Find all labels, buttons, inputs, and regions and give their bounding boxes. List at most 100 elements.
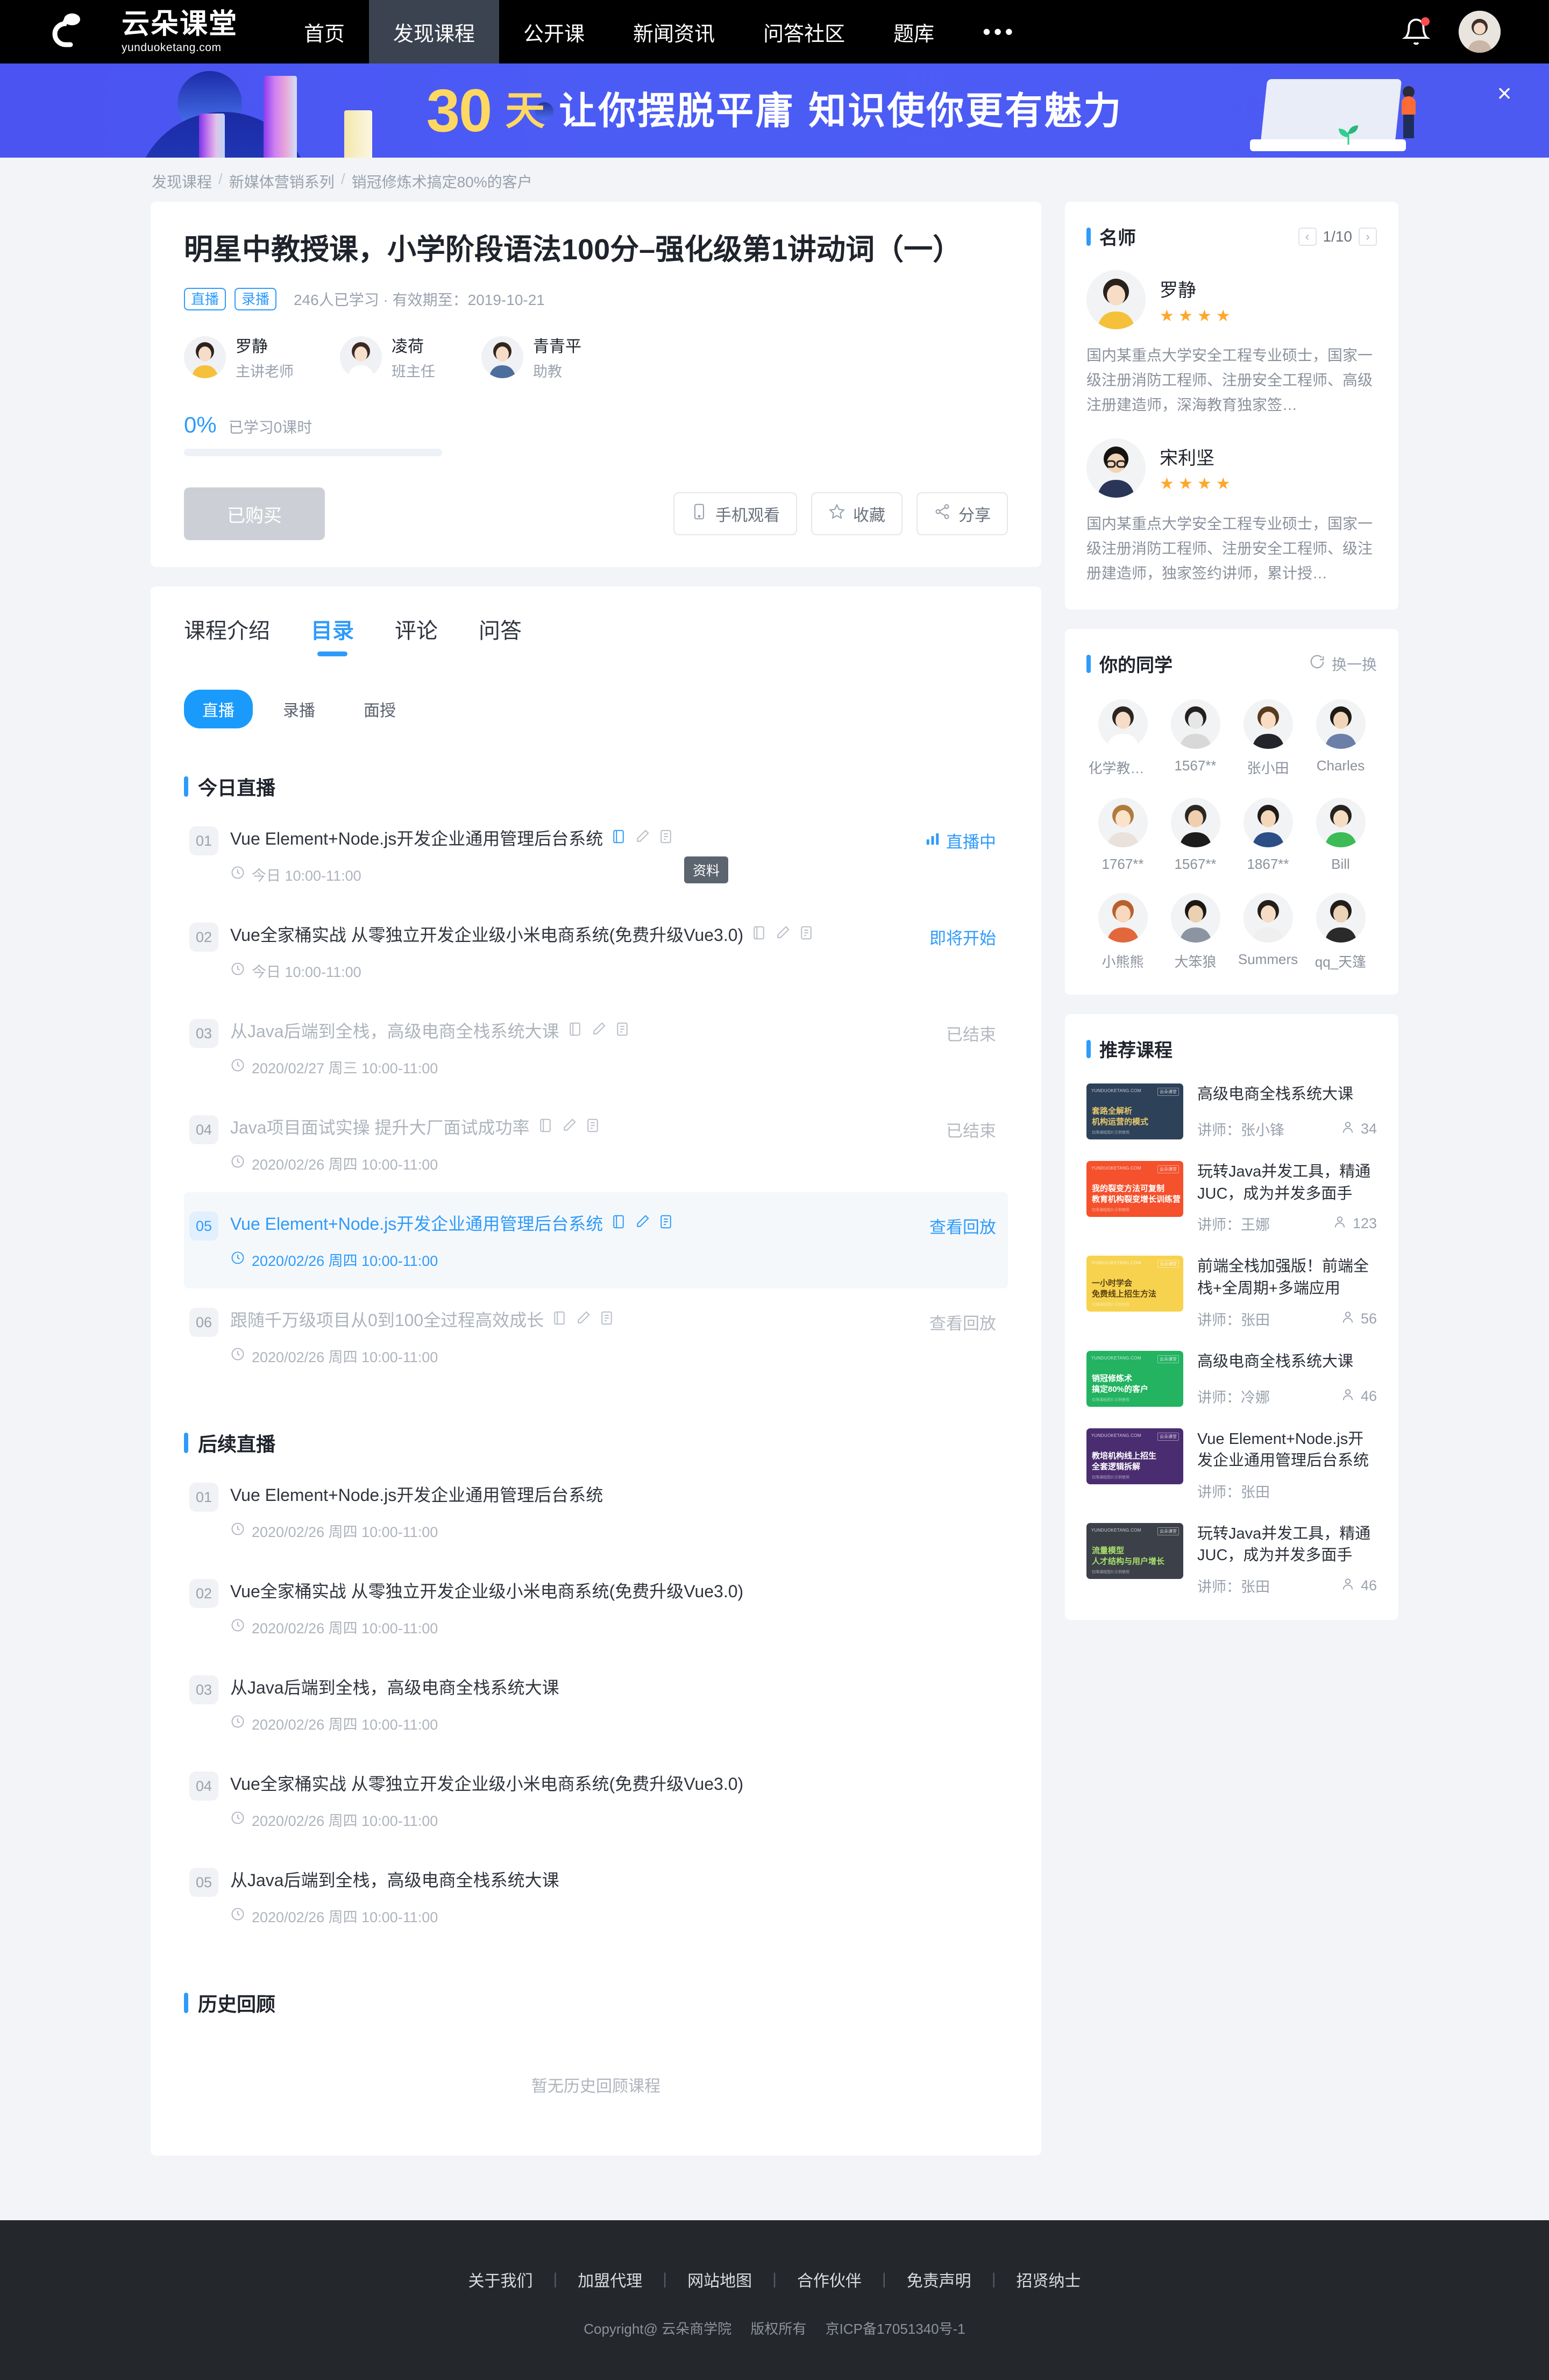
- recommended-course-item[interactable]: YUNDUOKETANG.COM 云朵课堂 我的裂变方法可复制 教育机构裂变增长训练营…: [1086, 1161, 1377, 1234]
- lesson-row[interactable]: 04 Vue全家桶实战 从零独立开发企业级小米电商系统(免费升级Vue3.0) …: [184, 1752, 1008, 1848]
- classmate-item[interactable]: 1767**: [1086, 798, 1159, 873]
- footer-link-disclaimer[interactable]: 免责声明: [886, 2268, 992, 2291]
- material-icon[interactable]: [610, 828, 627, 847]
- icp-text[interactable]: 京ICP备17051340号-1: [826, 2321, 965, 2337]
- favorite-button[interactable]: 收藏: [811, 492, 903, 536]
- recommended-course-item[interactable]: YUNDUOKETANG.COM 云朵课堂 一小时学会 免费线上招生方法 仅限课程图片示…: [1086, 1256, 1377, 1329]
- homework-icon[interactable]: [634, 1214, 650, 1232]
- footer-link-about[interactable]: 关于我们: [448, 2268, 553, 2291]
- material-icon[interactable]: [567, 1021, 583, 1040]
- chevron-left-icon[interactable]: ‹: [1298, 227, 1317, 246]
- nav-item-discover-courses[interactable]: 发现课程: [369, 0, 500, 63]
- classmate-item[interactable]: 小熊熊: [1086, 893, 1159, 971]
- promo-banner[interactable]: 30 天 让你摆脱平庸 知识使你更有魅力 ×: [0, 63, 1549, 158]
- exam-icon[interactable]: [798, 925, 814, 944]
- lesson-status[interactable]: 查看回放: [929, 1307, 996, 1334]
- clock-icon: [230, 961, 245, 980]
- homework-icon[interactable]: [774, 925, 791, 944]
- lesson-row[interactable]: 05 Vue Element+Node.js开发企业通用管理后台系统 2020/…: [184, 1192, 1008, 1289]
- lesson-row[interactable]: 03 从Java后端到全栈，高级电商全栈系统大课 2020/02/27 周三 1…: [184, 1000, 1008, 1096]
- teacher-item[interactable]: 青青平 助教: [481, 333, 581, 381]
- homework-icon[interactable]: [634, 828, 650, 847]
- lesson-status[interactable]: 直播中: [925, 825, 996, 853]
- refresh-classmates-button[interactable]: 换一换: [1309, 653, 1377, 675]
- nav-item-public-class[interactable]: 公开课: [499, 0, 609, 63]
- footer-link-franchise[interactable]: 加盟代理: [557, 2268, 663, 2291]
- recommended-course-item[interactable]: YUNDUOKETANG.COM 云朵课堂 套路全解析 机构运营的模式 仅限课程图片示例…: [1086, 1083, 1377, 1140]
- nav-item-news[interactable]: 新闻资讯: [609, 0, 739, 63]
- course-detail-tabs-card: 课程介绍 目录 评论 问答 直播 录播 面授 今日直播 01 Vue Eleme…: [151, 586, 1041, 2156]
- lesson-row[interactable]: 01 Vue Element+Node.js开发企业通用管理后台系统 2020/…: [184, 1463, 1008, 1560]
- material-icon[interactable]: [537, 1117, 553, 1136]
- exam-icon[interactable]: [599, 1310, 615, 1329]
- thumb-footnote: 仅限课程图片示例使用: [1092, 1475, 1129, 1479]
- lesson-status[interactable]: 即将开始: [929, 922, 996, 949]
- recommended-course-item[interactable]: YUNDUOKETANG.COM 云朵课堂 教培机构线上招生 全套逻辑拆解 仅限课程图片…: [1086, 1428, 1377, 1501]
- lesson-time: 2020/02/27 周三 10:00-11:00: [230, 1057, 946, 1078]
- tab-course-intro[interactable]: 课程介绍: [184, 613, 270, 656]
- clock-icon: [230, 1618, 245, 1637]
- filter-pill-live[interactable]: 直播: [184, 690, 253, 729]
- notification-bell-icon[interactable]: [1402, 16, 1431, 47]
- lesson-row[interactable]: 05 从Java后端到全栈，高级电商全栈系统大课 2020/02/26 周四 1…: [184, 1848, 1008, 1945]
- teacher-item[interactable]: 罗静 主讲老师: [184, 333, 294, 381]
- breadcrumb-item-0[interactable]: 发现课程: [152, 171, 212, 192]
- nav-item-question-bank[interactable]: 题库: [869, 0, 958, 63]
- classmate-item[interactable]: qq_天篷: [1304, 893, 1377, 971]
- teacher-item[interactable]: 凌荷 班主任: [340, 333, 435, 381]
- exam-icon[interactable]: [614, 1021, 630, 1040]
- banner-close-icon[interactable]: ×: [1492, 81, 1517, 107]
- homework-icon[interactable]: [591, 1021, 607, 1040]
- tab-catalog[interactable]: 目录: [311, 613, 354, 656]
- mobile-watch-button[interactable]: 手机观看: [673, 492, 797, 536]
- section-header-today-live: 今日直播: [184, 773, 1008, 801]
- material-icon[interactable]: [551, 1310, 567, 1329]
- classmate-item[interactable]: 化学教书…: [1086, 699, 1159, 777]
- site-logo[interactable]: 云朵课堂 yunduoketang.com: [48, 10, 280, 53]
- classmate-item[interactable]: Charles: [1304, 699, 1377, 777]
- user-avatar[interactable]: [1459, 11, 1501, 53]
- classmate-item[interactable]: 1867**: [1232, 798, 1304, 873]
- classmate-item[interactable]: 张小田: [1232, 699, 1304, 777]
- classmate-item[interactable]: Summers: [1232, 893, 1304, 971]
- purchased-button[interactable]: 已购买: [184, 487, 325, 541]
- exam-icon[interactable]: [658, 1214, 674, 1232]
- classmate-item[interactable]: 1567**: [1159, 699, 1232, 777]
- lesson-row[interactable]: 01 Vue Element+Node.js开发企业通用管理后台系统 今日 10…: [184, 807, 1008, 903]
- exam-icon[interactable]: [585, 1117, 601, 1136]
- nav-item-home[interactable]: 首页: [280, 0, 369, 63]
- filter-pill-offline[interactable]: 面授: [345, 690, 414, 728]
- famous-teacher-item[interactable]: 宋利坚 ★ ★ ★ ★ 国内某重点大学安全工程专业硕士，国家一级注册消防工程师、注册安…: [1086, 438, 1377, 586]
- share-button[interactable]: 分享: [916, 492, 1008, 536]
- material-icon[interactable]: [610, 1214, 627, 1232]
- homework-icon[interactable]: [561, 1117, 577, 1136]
- homework-icon[interactable]: [575, 1310, 591, 1329]
- footer-link-sitemap[interactable]: 网站地图: [667, 2268, 772, 2291]
- lesson-row[interactable]: 02 Vue全家桶实战 从零独立开发企业级小米电商系统(免费升级Vue3.0): [184, 903, 1008, 1000]
- footer-link-careers[interactable]: 招贤纳士: [996, 2268, 1101, 2291]
- clock-icon: [230, 1521, 245, 1540]
- lesson-row[interactable]: 06 跟随千万级项目从0到100全过程高效成长 2020/02/26 周四 10…: [184, 1288, 1008, 1385]
- lesson-row[interactable]: 04 Java项目面试实操 提升大厂面试成功率 2020/02/26 周四 10…: [184, 1096, 1008, 1192]
- exam-icon[interactable]: [658, 828, 674, 847]
- lesson-row[interactable]: 03 从Java后端到全栈，高级电商全栈系统大课 2020/02/26 周四 1…: [184, 1656, 1008, 1752]
- lesson-title: Vue Element+Node.js开发企业通用管理后台系统: [230, 829, 603, 849]
- footer-link-partners[interactable]: 合作伙伴: [777, 2268, 882, 2291]
- nav-item-qa-community[interactable]: 问答社区: [739, 0, 869, 63]
- filter-pill-recorded[interactable]: 录播: [265, 690, 333, 728]
- tab-qa[interactable]: 问答: [479, 613, 522, 656]
- material-icon[interactable]: [751, 925, 767, 944]
- classmate-item[interactable]: 大笨狼: [1159, 893, 1232, 971]
- lesson-status[interactable]: 查看回放: [929, 1210, 996, 1238]
- lesson-status-text: 已结束: [946, 1122, 996, 1141]
- classmate-item[interactable]: 1567**: [1159, 798, 1232, 873]
- famous-teacher-item[interactable]: 罗静 ★ ★ ★ ★ 国内某重点大学安全工程专业硕士，国家一级注册消防工程师、注册安全…: [1086, 270, 1377, 418]
- recommended-course-item[interactable]: YUNDUOKETANG.COM 云朵课堂 流量模型 人才结构与用户增长 仅限课程图片示…: [1086, 1522, 1377, 1596]
- breadcrumb-item-1[interactable]: 新媒体营销系列: [229, 171, 335, 192]
- classmate-item[interactable]: Bill: [1304, 798, 1377, 873]
- nav-more-button[interactable]: •••: [958, 0, 1040, 63]
- tab-comments[interactable]: 评论: [395, 613, 438, 656]
- chevron-right-icon[interactable]: ›: [1359, 227, 1377, 246]
- lesson-row[interactable]: 02 Vue全家桶实战 从零独立开发企业级小米电商系统(免费升级Vue3.0) …: [184, 1560, 1008, 1656]
- recommended-course-item[interactable]: YUNDUOKETANG.COM 云朵课堂 销冠修炼术 搞定80%的客户 仅限课程图片示…: [1086, 1350, 1377, 1407]
